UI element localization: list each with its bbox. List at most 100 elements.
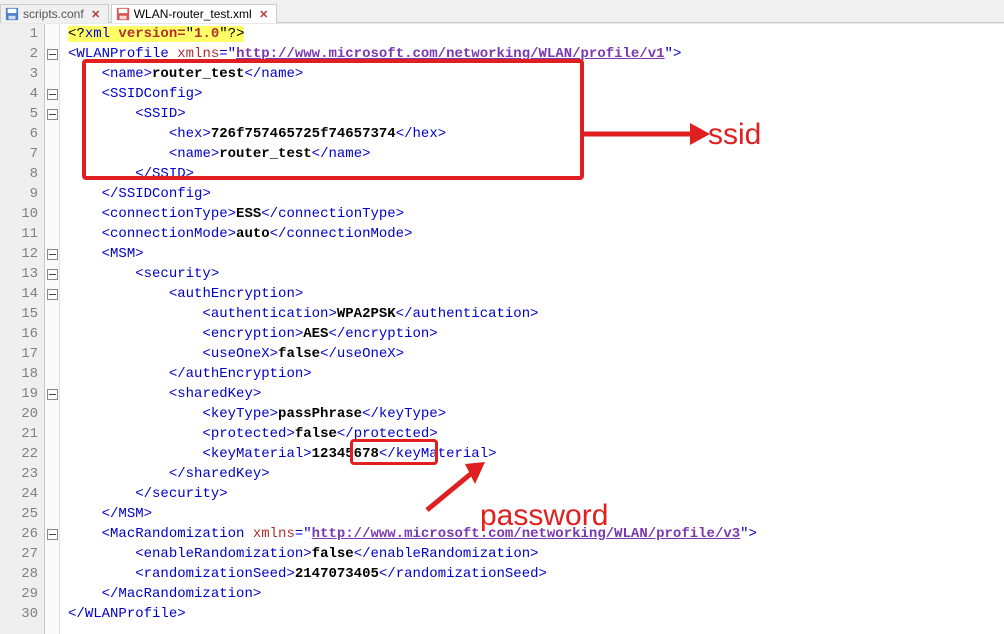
code-line: </authEncryption>	[68, 364, 1004, 384]
fold-cell	[45, 184, 59, 204]
code-line: <keyType>passPhrase</keyType>	[68, 404, 1004, 424]
line-number: 3	[0, 64, 44, 84]
fold-cell	[45, 564, 59, 584]
code-line: <SSID>	[68, 104, 1004, 124]
line-number: 23	[0, 464, 44, 484]
fold-toggle-icon[interactable]	[47, 529, 58, 540]
fold-toggle-icon[interactable]	[47, 249, 58, 260]
code-line: <connectionType>ESS</connectionType>	[68, 204, 1004, 224]
fold-cell[interactable]	[45, 284, 59, 304]
line-number: 19	[0, 384, 44, 404]
code-line: <authEncryption>	[68, 284, 1004, 304]
tab-bar: scripts.conf ✕ WLAN-router_test.xml ✕	[0, 0, 1004, 23]
fold-cell	[45, 304, 59, 324]
fold-column[interactable]	[45, 24, 60, 634]
line-number: 28	[0, 564, 44, 584]
tab-label: WLAN-router_test.xml	[134, 7, 252, 21]
fold-cell[interactable]	[45, 524, 59, 544]
fold-toggle-icon[interactable]	[47, 289, 58, 300]
fold-cell	[45, 584, 59, 604]
fold-cell[interactable]	[45, 384, 59, 404]
fold-toggle-icon[interactable]	[47, 89, 58, 100]
disk-icon	[5, 7, 19, 21]
line-number: 27	[0, 544, 44, 564]
tab-label: scripts.conf	[23, 7, 84, 21]
fold-cell	[45, 444, 59, 464]
code-line: </sharedKey>	[68, 464, 1004, 484]
fold-toggle-icon[interactable]	[47, 49, 58, 60]
line-number: 17	[0, 344, 44, 364]
fold-cell	[45, 604, 59, 624]
code-line: <authentication>WPA2PSK</authentication>	[68, 304, 1004, 324]
line-number: 24	[0, 484, 44, 504]
tab-scripts-conf[interactable]: scripts.conf ✕	[0, 4, 109, 23]
code-line: <useOneX>false</useOneX>	[68, 344, 1004, 364]
fold-cell	[45, 424, 59, 444]
fold-cell	[45, 464, 59, 484]
code-line: <name>router_test</name>	[68, 64, 1004, 84]
code-line: <sharedKey>	[68, 384, 1004, 404]
fold-cell[interactable]	[45, 264, 59, 284]
fold-cell	[45, 484, 59, 504]
line-number: 18	[0, 364, 44, 384]
code-area[interactable]: <?xml version="1.0"?> <WLANProfile xmlns…	[60, 24, 1004, 634]
fold-cell	[45, 24, 59, 44]
code-line: <SSIDConfig>	[68, 84, 1004, 104]
line-number: 13	[0, 264, 44, 284]
code-line: <hex>726f757465725f74657374</hex>	[68, 124, 1004, 144]
code-line: </security>	[68, 484, 1004, 504]
line-number: 6	[0, 124, 44, 144]
code-line: </WLANProfile>	[68, 604, 1004, 624]
line-number: 1	[0, 24, 44, 44]
fold-cell	[45, 164, 59, 184]
line-number: 4	[0, 84, 44, 104]
disk-icon	[116, 7, 130, 21]
code-line: </MacRandomization>	[68, 584, 1004, 604]
code-editor[interactable]: 1234567891011121314151617181920212223242…	[0, 23, 1004, 634]
code-line: <enableRandomization>false</enableRandom…	[68, 544, 1004, 564]
fold-cell[interactable]	[45, 104, 59, 124]
fold-toggle-icon[interactable]	[47, 269, 58, 280]
line-number: 10	[0, 204, 44, 224]
code-line: <MacRandomization xmlns="http://www.micr…	[68, 524, 1004, 544]
line-number: 8	[0, 164, 44, 184]
line-number: 16	[0, 324, 44, 344]
code-line: <name>router_test</name>	[68, 144, 1004, 164]
fold-cell[interactable]	[45, 44, 59, 64]
line-number: 25	[0, 504, 44, 524]
code-line: <encryption>AES</encryption>	[68, 324, 1004, 344]
line-number: 29	[0, 584, 44, 604]
code-line: <security>	[68, 264, 1004, 284]
code-line: <protected>false</protected>	[68, 424, 1004, 444]
code-line: </SSID>	[68, 164, 1004, 184]
code-line: <?xml version="1.0"?>	[68, 24, 1004, 44]
line-number: 5	[0, 104, 44, 124]
fold-toggle-icon[interactable]	[47, 109, 58, 120]
fold-cell[interactable]	[45, 244, 59, 264]
close-icon[interactable]: ✕	[258, 8, 270, 20]
line-number: 2	[0, 44, 44, 64]
fold-cell[interactable]	[45, 84, 59, 104]
code-line: </SSIDConfig>	[68, 184, 1004, 204]
line-number: 26	[0, 524, 44, 544]
line-number: 30	[0, 604, 44, 624]
line-number: 12	[0, 244, 44, 264]
line-number: 22	[0, 444, 44, 464]
fold-cell	[45, 324, 59, 344]
fold-cell	[45, 144, 59, 164]
fold-cell	[45, 404, 59, 424]
line-number-gutter: 1234567891011121314151617181920212223242…	[0, 24, 45, 634]
line-number: 14	[0, 284, 44, 304]
line-number: 21	[0, 424, 44, 444]
fold-toggle-icon[interactable]	[47, 389, 58, 400]
code-line: <randomizationSeed>2147073405</randomiza…	[68, 564, 1004, 584]
code-line: </MSM>	[68, 504, 1004, 524]
fold-cell	[45, 364, 59, 384]
code-line: <WLANProfile xmlns="http://www.microsoft…	[68, 44, 1004, 64]
tab-wlan-router-test[interactable]: WLAN-router_test.xml ✕	[111, 4, 277, 23]
line-number: 20	[0, 404, 44, 424]
close-icon[interactable]: ✕	[90, 8, 102, 20]
fold-cell	[45, 344, 59, 364]
line-number: 15	[0, 304, 44, 324]
code-line: <keyMaterial>12345678</keyMaterial>	[68, 444, 1004, 464]
